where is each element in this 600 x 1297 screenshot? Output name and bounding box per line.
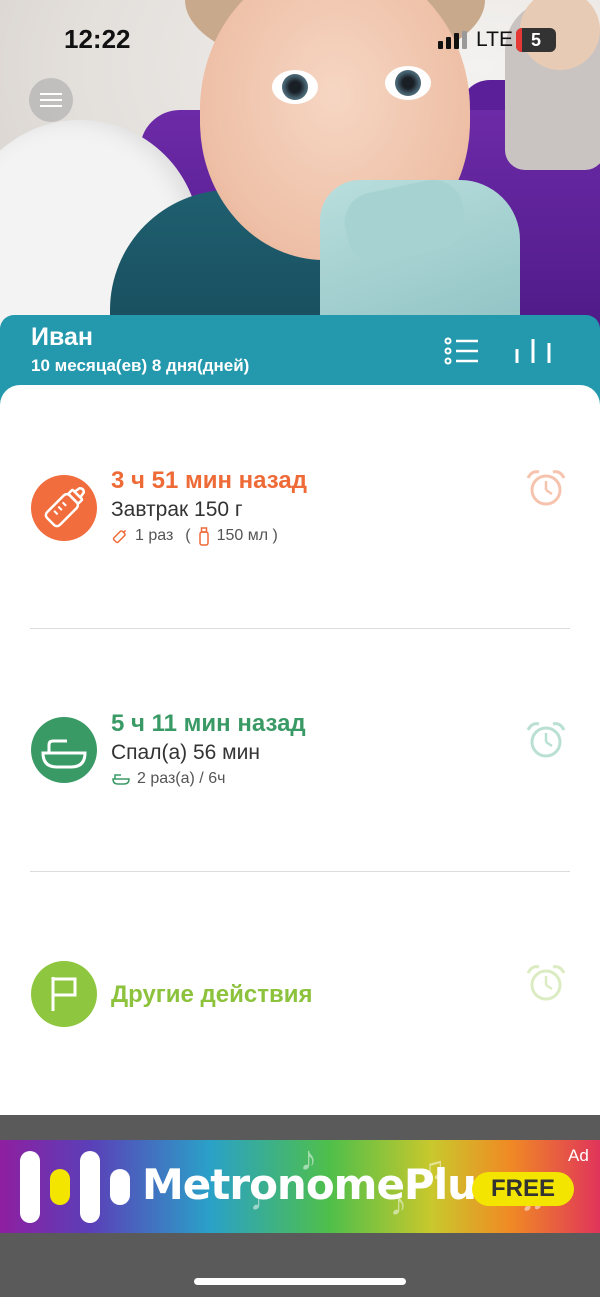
feeding-summary: 1 раз ( 150 мл ) xyxy=(111,526,278,546)
signal-icon xyxy=(438,31,467,49)
battery-level: 5 xyxy=(530,30,541,50)
bottom-bar xyxy=(0,1233,600,1297)
ad-title: MetronomePlus xyxy=(142,1160,501,1209)
feeding-button[interactable] xyxy=(31,475,97,541)
other-actions-button[interactable] xyxy=(31,961,97,1027)
battery-icon: 5 xyxy=(516,28,556,52)
status-bar: 12:22 LTE 5 xyxy=(0,0,600,80)
crib-icon xyxy=(41,739,87,769)
statistics-icon[interactable] xyxy=(514,337,552,365)
home-indicator[interactable] xyxy=(194,1278,406,1285)
ad-free-badge: FREE xyxy=(472,1172,574,1206)
network-label: LTE xyxy=(476,28,513,51)
list-icon[interactable] xyxy=(444,337,480,365)
feeding-count: 1 раз xyxy=(135,527,174,544)
alarm-clock-icon[interactable] xyxy=(524,468,568,508)
small-bottle-icon xyxy=(112,529,127,544)
feeding-detail: Завтрак 150 г xyxy=(111,498,243,521)
ad-label: Ad xyxy=(568,1146,589,1165)
status-time: 12:22 xyxy=(64,24,131,54)
sleep-detail: Спал(а) 56 мин xyxy=(111,741,260,764)
feeding-time-ago: 3 ч 51 мин назад xyxy=(111,467,307,494)
hamburger-menu-icon[interactable] xyxy=(29,78,73,122)
alarm-clock-icon[interactable] xyxy=(524,963,568,1003)
child-name: Иван xyxy=(31,323,94,351)
child-age: 10 месяца(ев) 8 дня(дней) xyxy=(31,356,250,375)
baby-bottle-icon xyxy=(44,486,86,528)
divider xyxy=(30,871,570,872)
sleep-count: 2 раз(а) / 6ч xyxy=(137,770,226,787)
other-actions-label: Другие действия xyxy=(111,981,313,1008)
feeding-volume: 150 мл ) xyxy=(216,527,278,544)
sleep-button[interactable] xyxy=(31,717,97,783)
alarm-clock-icon[interactable] xyxy=(524,720,568,760)
sleep-summary: 2 раз(а) / 6ч xyxy=(111,770,225,788)
sleep-time-ago: 5 ч 11 мин назад xyxy=(111,710,306,737)
small-crib-icon xyxy=(112,774,130,785)
ad-banner[interactable]: ♪ ♫ ♩ ♪ ♫ MetronomePlus FREE Ad xyxy=(0,1140,600,1233)
flag-icon xyxy=(51,977,77,1011)
divider xyxy=(30,628,570,629)
feeding-paren: ( xyxy=(185,527,191,544)
ad-spacer xyxy=(0,1115,600,1140)
small-bottle-icon xyxy=(198,527,209,546)
metronome-logo-icon xyxy=(20,1150,130,1224)
